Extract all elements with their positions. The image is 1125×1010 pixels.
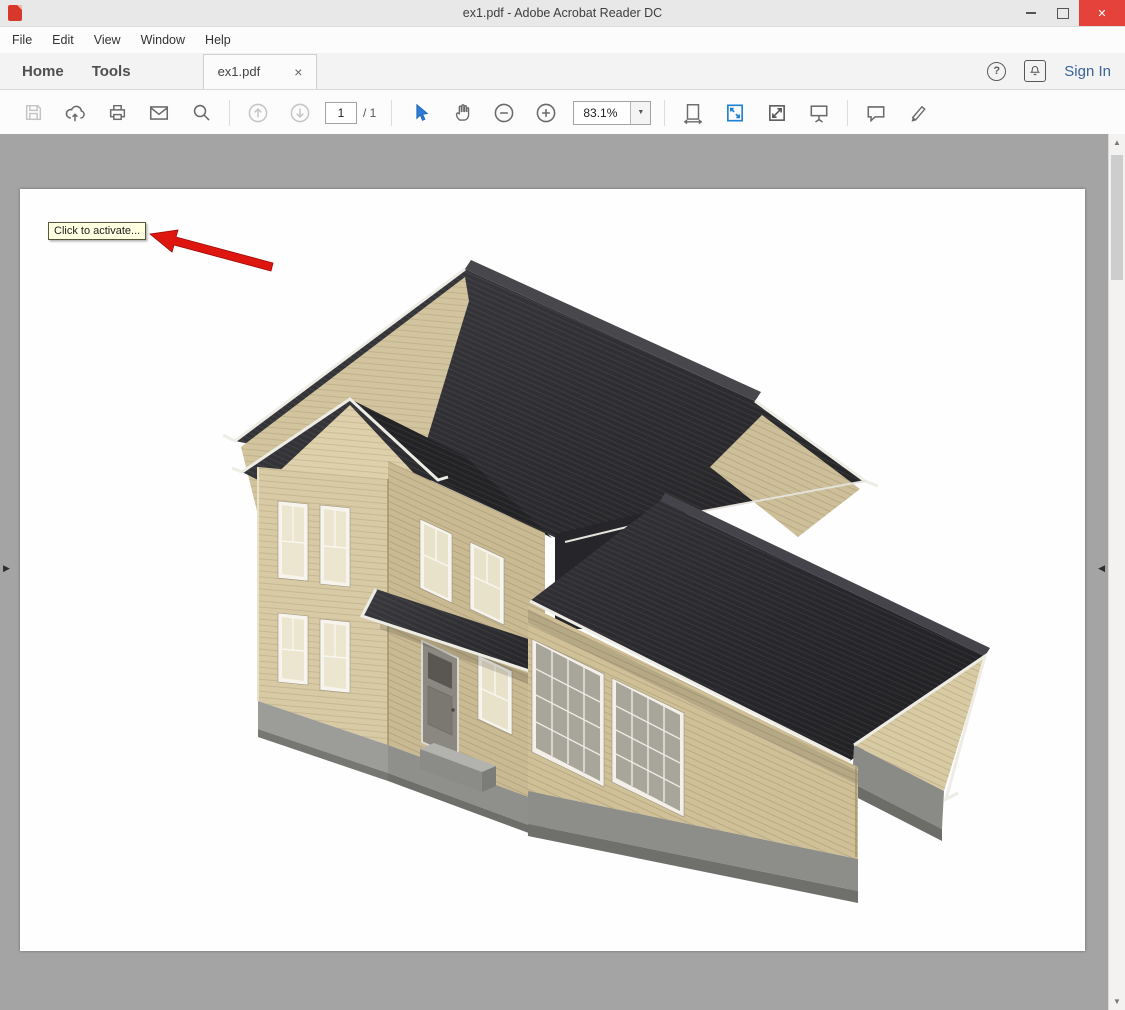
comment-bubble-icon	[865, 102, 887, 124]
presentation-button[interactable]	[798, 95, 840, 131]
find-button[interactable]	[180, 95, 222, 131]
sign-in-button[interactable]: Sign In	[1064, 63, 1111, 80]
right-panel-toggle-icon[interactable]: ◀	[1098, 564, 1105, 573]
tab-tools[interactable]: Tools	[78, 63, 145, 80]
scroll-up-arrow[interactable]: ▲	[1109, 134, 1125, 151]
red-arrow-annotation	[150, 230, 273, 271]
highlight-button[interactable]	[897, 95, 939, 131]
maximize-button[interactable]	[1047, 0, 1079, 26]
menu-bar: File Edit View Window Help	[0, 27, 1125, 53]
minimize-icon	[1026, 12, 1036, 14]
activate-tooltip[interactable]: Click to activate...	[48, 222, 146, 240]
select-cursor-icon	[410, 102, 431, 123]
fit-width-button[interactable]	[672, 95, 714, 131]
zoom-in-button[interactable]	[525, 95, 567, 131]
main-toolbar: 1 / 1 83.1% ▼	[0, 90, 1125, 136]
fullscreen-icon	[766, 102, 788, 124]
toolbar-separator	[847, 100, 848, 126]
fullscreen-button[interactable]	[756, 95, 798, 131]
zoom-out-button[interactable]	[483, 95, 525, 131]
maximize-icon	[1057, 8, 1069, 19]
title-bar: ex1.pdf - Adobe Acrobat Reader DC ✕	[0, 0, 1125, 27]
zoom-caret-icon[interactable]: ▼	[630, 102, 650, 124]
scroll-down-arrow[interactable]: ▼	[1109, 993, 1125, 1010]
minimize-button[interactable]	[1015, 0, 1047, 26]
toolbar-separator	[664, 100, 665, 126]
page-number-input[interactable]: 1	[325, 102, 357, 124]
print-button[interactable]	[96, 95, 138, 131]
close-icon: ✕	[1097, 7, 1106, 20]
tab-bar-right: ? Sign In	[987, 60, 1111, 82]
document-area: Click to activate... ▶ ◀ ▲ ▼	[0, 134, 1125, 1010]
zoom-level-value: 83.1%	[574, 102, 630, 124]
next-page-button[interactable]	[279, 95, 321, 131]
page-up-icon	[247, 102, 269, 124]
menu-view[interactable]: View	[94, 33, 121, 47]
tab-home[interactable]: Home	[8, 63, 78, 80]
left-panel-toggle-icon[interactable]: ▶	[3, 564, 10, 573]
toolbar-separator	[391, 100, 392, 126]
fit-width-icon	[682, 102, 704, 124]
house-3d-model[interactable]	[20, 189, 1085, 951]
scrollbar-thumb[interactable]	[1111, 155, 1123, 280]
menu-edit[interactable]: Edit	[52, 33, 74, 47]
search-icon	[191, 102, 212, 123]
zoom-level-select[interactable]: 83.1% ▼	[573, 101, 651, 125]
email-icon	[148, 102, 170, 124]
presentation-icon	[808, 102, 830, 124]
tab-close-icon[interactable]: ×	[294, 65, 302, 79]
help-button[interactable]: ?	[987, 62, 1006, 81]
comment-button[interactable]	[855, 95, 897, 131]
help-icon: ?	[987, 62, 1006, 81]
highlighter-icon	[907, 102, 929, 124]
page-down-icon	[289, 102, 311, 124]
save-button[interactable]	[12, 95, 54, 131]
email-button[interactable]	[138, 95, 180, 131]
bell-icon	[1028, 64, 1042, 78]
toolbar-separator	[229, 100, 230, 126]
zoom-out-icon	[493, 102, 515, 124]
notifications-button[interactable]	[1024, 60, 1046, 82]
select-tool-button[interactable]	[399, 95, 441, 131]
menu-file[interactable]: File	[12, 33, 32, 47]
window-controls: ✕	[1015, 0, 1125, 26]
document-tab[interactable]: ex1.pdf ×	[203, 54, 318, 89]
zoom-in-icon	[535, 102, 557, 124]
document-tab-label: ex1.pdf	[218, 64, 261, 79]
page-total-label: / 1	[363, 106, 376, 120]
cloud-upload-icon	[64, 102, 86, 124]
acrobat-app-icon	[8, 5, 22, 21]
previous-page-button[interactable]	[237, 95, 279, 131]
pdf-page: Click to activate...	[20, 189, 1085, 951]
share-document-button[interactable]	[54, 95, 96, 131]
acrobat-window: { "window": { "title": "ex1.pdf - Adobe …	[0, 0, 1125, 1010]
hand-tool-button[interactable]	[441, 95, 483, 131]
save-icon	[23, 102, 44, 123]
tab-bar: Home Tools ex1.pdf × ? Sign In	[0, 53, 1125, 90]
fit-page-icon	[724, 102, 746, 124]
menu-help[interactable]: Help	[205, 33, 231, 47]
print-icon	[107, 102, 128, 123]
hand-tool-icon	[452, 102, 473, 123]
close-button[interactable]: ✕	[1079, 0, 1125, 26]
menu-window[interactable]: Window	[141, 33, 185, 47]
vertical-scrollbar[interactable]: ▲ ▼	[1108, 134, 1125, 1010]
window-title: ex1.pdf - Adobe Acrobat Reader DC	[0, 6, 1125, 20]
fit-page-button[interactable]	[714, 95, 756, 131]
